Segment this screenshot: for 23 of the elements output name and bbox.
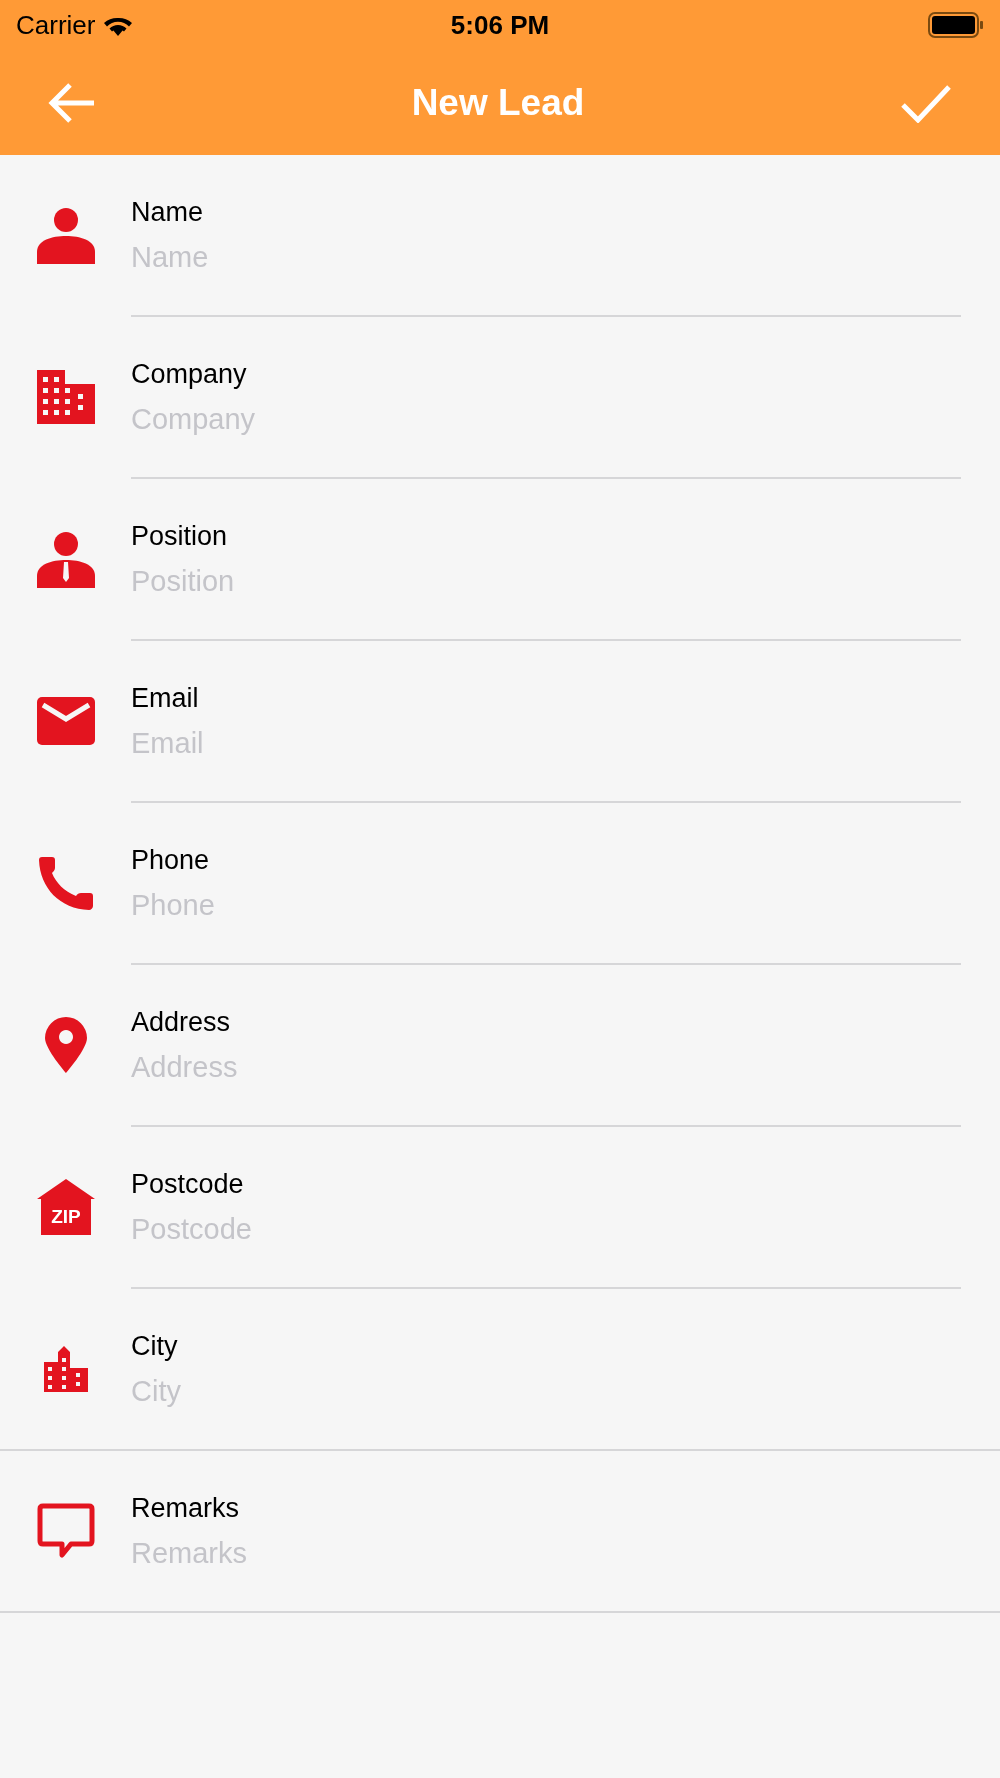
- phone-icon: [37, 855, 94, 911]
- field-label: Email: [131, 682, 200, 715]
- businessperson-icon: [36, 530, 95, 588]
- field-label: Position: [131, 520, 229, 553]
- screen-title: New Lead: [411, 80, 585, 125]
- carrier-name: Carrier: [16, 8, 96, 42]
- person-icon: [36, 206, 95, 264]
- map-pin-icon: [44, 1017, 87, 1073]
- field-label: Remarks: [131, 1492, 240, 1525]
- speech-bubble-icon: [36, 1503, 95, 1559]
- field-label: Name: [131, 196, 205, 229]
- zip-house-icon: ZIP: [36, 1179, 95, 1235]
- city-buildings-icon: [43, 1346, 88, 1392]
- field-label: Address: [131, 1006, 232, 1039]
- building-icon: [36, 370, 95, 424]
- field-label: Postcode: [131, 1168, 245, 1201]
- battery-icon: [928, 12, 984, 38]
- back-arrow-icon: [48, 82, 96, 123]
- field-label: Phone: [131, 844, 211, 877]
- field-label: Company: [131, 358, 248, 391]
- clock-time: 5:06 PM: [450, 8, 550, 42]
- field-label: City: [131, 1330, 179, 1363]
- envelope-icon: [36, 697, 95, 745]
